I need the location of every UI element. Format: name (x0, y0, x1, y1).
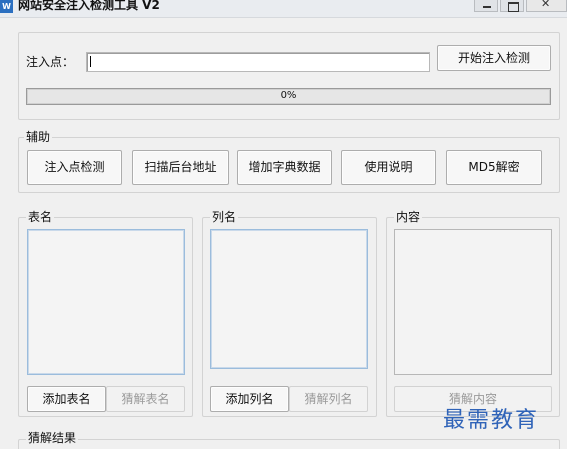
results-legend: 猜解结果 (26, 429, 79, 446)
start-injection-button[interactable]: 开始注入检测 (437, 45, 551, 71)
column-names-list[interactable] (210, 229, 368, 369)
minimize-button[interactable] (474, 0, 498, 12)
add-column-button[interactable]: 添加列名 (210, 386, 289, 412)
maximize-button[interactable] (500, 0, 524, 12)
table-names-legend: 表名 (26, 208, 55, 225)
injection-detect-button[interactable]: 注入点检测 (27, 150, 122, 185)
progress-text: 0% (280, 90, 297, 101)
helper-legend: 辅助 (24, 128, 53, 145)
content-legend: 内容 (394, 208, 423, 225)
guess-column-button[interactable]: 猜解列名 (289, 386, 368, 412)
usage-guide-button[interactable]: 使用说明 (341, 150, 436, 185)
add-dictionary-button[interactable]: 增加字典数据 (237, 150, 332, 185)
results-group (18, 439, 560, 449)
add-table-button[interactable]: 添加表名 (27, 386, 106, 412)
app-icon: W (0, 0, 13, 13)
progress-bar: 0% (26, 88, 551, 105)
guess-table-button[interactable]: 猜解表名 (106, 386, 185, 412)
injection-point-label: 注入点： (26, 55, 75, 69)
window-title: 网站安全注入检测工具 V2 (18, 0, 160, 12)
injection-url-input[interactable] (86, 52, 430, 72)
scan-admin-button[interactable]: 扫描后台地址 (132, 150, 229, 185)
close-button[interactable] (526, 0, 567, 12)
md5-decrypt-button[interactable]: MD5解密 (446, 150, 542, 185)
table-names-list[interactable] (27, 229, 185, 375)
content-list[interactable] (394, 229, 552, 375)
watermark: 最需教育 (443, 408, 540, 433)
column-names-legend: 列名 (210, 208, 239, 225)
title-bar: W 网站安全注入检测工具 V2 (0, 0, 567, 18)
text-caret (90, 56, 91, 67)
